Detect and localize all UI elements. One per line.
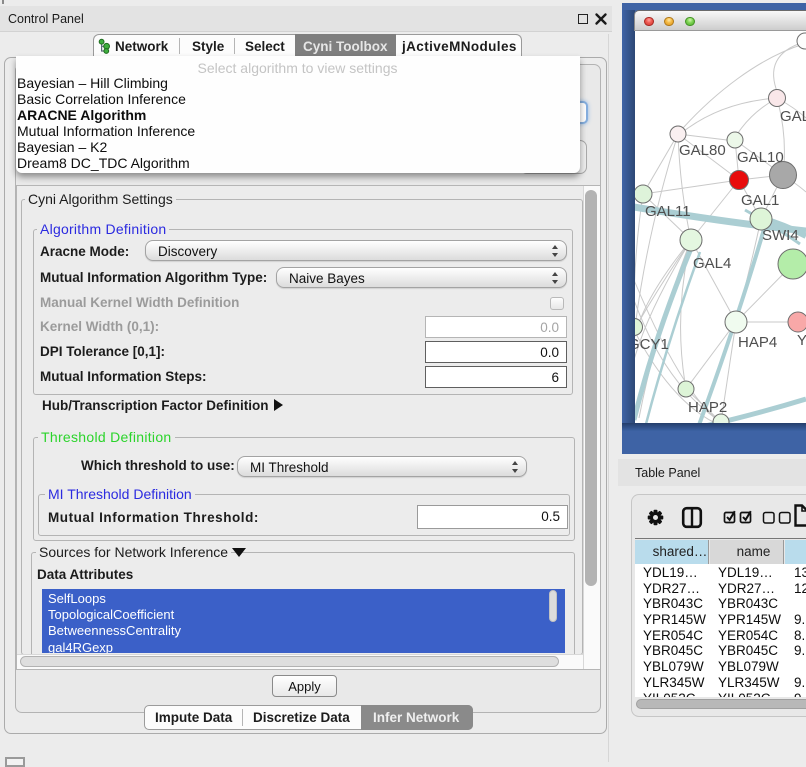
svg-text:GAL11: GAL11 <box>645 203 691 220</box>
svg-text:GAL1: GAL1 <box>741 192 779 209</box>
svg-text:GAL10: GAL10 <box>737 149 784 166</box>
svg-text:GAL: GAL <box>780 108 806 125</box>
svg-text:HAP2: HAP2 <box>688 399 727 416</box>
svg-text:GCY1: GCY1 <box>635 336 669 353</box>
svg-text:GAL80: GAL80 <box>679 142 726 159</box>
svg-text:Y: Y <box>797 332 806 349</box>
svg-text:SWI4: SWI4 <box>762 227 799 244</box>
svg-text:GAL4: GAL4 <box>693 255 731 272</box>
svg-text:HAP4: HAP4 <box>738 334 777 351</box>
